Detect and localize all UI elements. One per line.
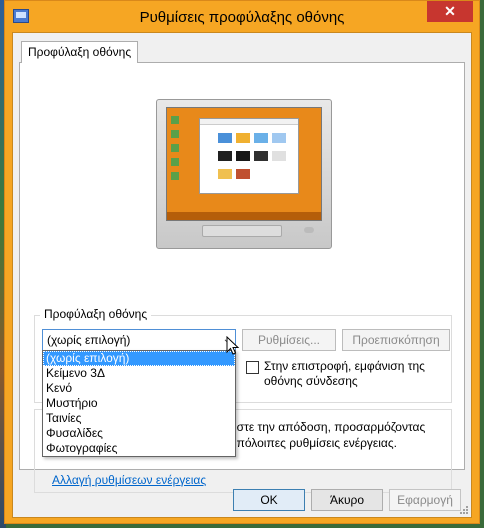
window-title: Ρυθμίσεις προφύλαξης οθόνης (139, 9, 345, 26)
dropdown-option[interactable]: Φυσαλίδες (43, 426, 235, 441)
power-description: ήστε την απόδοση, προσαρμόζοντας υπόλοιπ… (230, 420, 426, 450)
dialog-client-area: Προφύλαξη οθόνης Προφύλαξη οθόνης (χωρίς… (12, 32, 472, 518)
monitor-preview-screen (166, 107, 322, 221)
dropdown-option[interactable]: Κείμενο 3Δ (43, 366, 235, 381)
apply-button[interactable]: Εφαρμογή (389, 489, 461, 511)
resize-grip-icon[interactable] (459, 505, 469, 515)
preview-desktop-icon (171, 130, 179, 138)
preview-thumbnail (236, 133, 250, 143)
preview-thumbnail (218, 169, 232, 179)
close-button[interactable]: ✕ (427, 1, 473, 22)
preview-desktop-icon (171, 172, 179, 180)
screensaver-dropdown-list[interactable]: (χωρίς επιλογή) Κείμενο 3Δ Κενό Μυστήριο Ται… (42, 350, 236, 457)
preview-button[interactable]: Προεπισκόπηση (342, 329, 450, 351)
preview-desktop-icon (171, 144, 179, 152)
monitor-stand (202, 225, 282, 237)
preview-thumbnail (236, 151, 250, 161)
preview-window (199, 118, 299, 194)
cancel-button[interactable]: Άκυρο (311, 489, 383, 511)
change-power-settings-link[interactable]: Αλλαγή ρυθμίσεων ενέργειας (52, 473, 206, 487)
tab-panel: Προφύλαξη οθόνης (χωρίς επιλογή) ⌄ Ρυθμί… (19, 62, 465, 493)
mouse-cursor-icon (226, 336, 240, 355)
ok-button[interactable]: OK (233, 489, 305, 511)
preview-desktop-icon (171, 158, 179, 166)
title-bar[interactable]: Ρυθμίσεις προφύλαξης οθόνης ✕ (5, 1, 479, 33)
preview-thumbnail (272, 133, 286, 143)
preview-taskbar (167, 212, 321, 220)
monitor-preview (156, 99, 332, 249)
preview-thumbnail (254, 151, 268, 161)
preview-desktop-icon (171, 116, 179, 124)
dropdown-option[interactable]: (χωρίς επιλογή) (43, 351, 235, 366)
monitor-power-led (304, 227, 314, 233)
dropdown-option[interactable]: Φωτογραφίες (43, 441, 235, 456)
screensaver-select-value: (χωρίς επιλογή) (47, 333, 131, 347)
preview-thumbnail (236, 169, 250, 179)
screensaver-settings-window: Ρυθμίσεις προφύλαξης οθόνης ✕ Προφύλαξη … (4, 0, 480, 524)
preview-thumbnail (218, 151, 232, 161)
dropdown-option[interactable]: Ταινίες (43, 411, 235, 426)
settings-button[interactable]: Ρυθμίσεις... (242, 329, 336, 351)
tab-screensaver[interactable]: Προφύλαξη οθόνης (21, 41, 139, 63)
screensaver-select[interactable]: (χωρίς επιλογή) ⌄ (42, 329, 236, 351)
preview-thumbnail (218, 133, 232, 143)
resume-logon-checkbox[interactable] (246, 361, 259, 374)
dropdown-option[interactable]: Κενό (43, 381, 235, 396)
preview-thumbnail (272, 151, 286, 161)
screensaver-group-label: Προφύλαξη οθόνης (40, 307, 152, 321)
dropdown-option[interactable]: Μυστήριο (43, 396, 235, 411)
resume-logon-label[interactable]: Στην επιστροφή, εμφάνιση της οθόνης σύνδ… (264, 359, 444, 389)
preview-thumbnail (254, 133, 268, 143)
